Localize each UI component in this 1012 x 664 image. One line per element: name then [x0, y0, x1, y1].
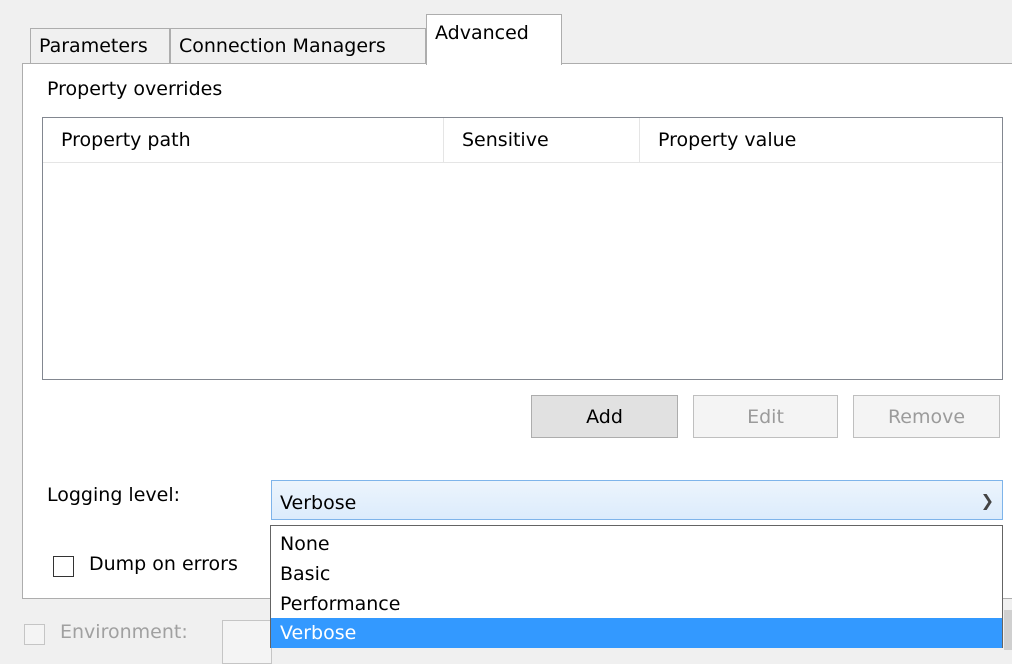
dump-on-errors-checkbox[interactable]: [53, 556, 74, 577]
tab-connection-managers[interactable]: Connection Managers: [170, 28, 426, 64]
grid-header: Property path Sensitive Property value: [43, 118, 1002, 163]
dump-on-errors-label[interactable]: Dump on errors: [89, 553, 238, 575]
column-header-property-value[interactable]: Property value: [640, 118, 1000, 163]
environment-checkbox[interactable]: [24, 624, 45, 645]
logging-level-label: Logging level:: [47, 484, 180, 506]
logging-level-options: None Basic Performance Verbose: [270, 525, 1003, 648]
column-header-sensitive[interactable]: Sensitive: [444, 118, 639, 163]
chevron-down-icon[interactable]: ❯: [981, 481, 994, 521]
remove-button[interactable]: Remove: [853, 395, 1000, 438]
tab-parameters[interactable]: Parameters: [30, 28, 170, 64]
logging-option-none[interactable]: None: [271, 529, 1002, 559]
property-overrides-grid[interactable]: Property path Sensitive Property value: [42, 117, 1003, 380]
environment-label: Environment:: [60, 621, 188, 643]
logging-level-value: Verbose: [280, 492, 357, 514]
edit-button[interactable]: Edit: [693, 395, 838, 438]
logging-option-basic[interactable]: Basic: [271, 559, 1002, 589]
logging-option-performance[interactable]: Performance: [271, 589, 1002, 619]
column-header-property-path[interactable]: Property path: [43, 118, 443, 163]
add-button[interactable]: Add: [531, 395, 678, 438]
logging-level-dropdown[interactable]: Verbose ❯: [271, 480, 1003, 520]
advanced-panel: Property overrides Property path Sensiti…: [22, 63, 1012, 599]
property-overrides-label: Property overrides: [47, 78, 223, 100]
logging-option-verbose[interactable]: Verbose: [271, 618, 1002, 648]
tab-advanced[interactable]: Advanced: [426, 14, 562, 65]
environment-dropdown[interactable]: [222, 620, 272, 664]
window-edge: [1004, 610, 1012, 650]
